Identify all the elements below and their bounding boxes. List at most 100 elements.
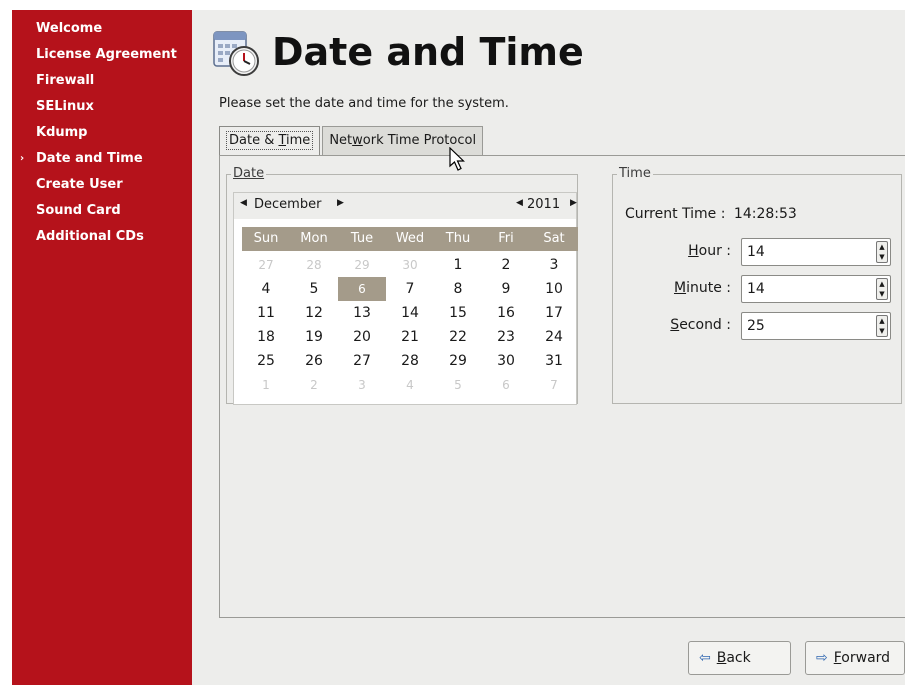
- weekday-header: Tue: [350, 231, 374, 246]
- calendar-day[interactable]: 28: [386, 349, 434, 373]
- second-spin-buttons[interactable]: ▲ ▼: [876, 315, 888, 337]
- calendar-day[interactable]: 7: [386, 277, 434, 301]
- weekday-header: Sat: [543, 231, 565, 246]
- calendar-day[interactable]: 25: [242, 349, 290, 373]
- calendar-day[interactable]: 15: [434, 301, 482, 325]
- spin-up-icon[interactable]: ▲: [877, 242, 887, 252]
- calendar-day[interactable]: 22: [434, 325, 482, 349]
- calendar-day[interactable]: 20: [338, 325, 386, 349]
- calendar-day[interactable]: 19: [290, 325, 338, 349]
- calendar-day-other-month[interactable]: 30: [386, 253, 434, 277]
- calendar-day[interactable]: 23: [482, 325, 530, 349]
- calendar-day-other-month[interactable]: 28: [290, 253, 338, 277]
- page-header: Date and Time: [210, 24, 584, 80]
- prev-month-icon[interactable]: ◀: [240, 198, 247, 208]
- hour-label: Hour :: [688, 243, 731, 259]
- current-time-label: Current Time :: [625, 206, 726, 222]
- calendar-day-other-month[interactable]: 2: [290, 373, 338, 397]
- current-time-value: 14:28:53: [733, 206, 797, 222]
- minute-row: Minute : 14 ▲ ▼: [613, 275, 901, 303]
- tab-mnemonic: T: [278, 133, 287, 148]
- calendar-day[interactable]: 18: [242, 325, 290, 349]
- second-row: Second : 25 ▲ ▼: [613, 312, 901, 340]
- calendar-day[interactable]: 31: [530, 349, 578, 373]
- calendar-day-other-month[interactable]: 1: [242, 373, 290, 397]
- second-spinner[interactable]: 25 ▲ ▼: [741, 312, 891, 340]
- second-label: Second :: [670, 317, 731, 333]
- spin-down-icon[interactable]: ▼: [877, 289, 887, 299]
- hour-spin-buttons[interactable]: ▲ ▼: [876, 241, 888, 263]
- button-label: ack: [726, 650, 751, 666]
- sidebar-item-date-and-time: › Date and Time: [12, 150, 192, 167]
- label-text: econd: [679, 317, 722, 333]
- calendar-day[interactable]: 2: [482, 253, 530, 277]
- sidebar-item-sound-card: Sound Card: [12, 202, 192, 219]
- label-mnemonic: M: [673, 280, 687, 296]
- calendar-day[interactable]: 10: [530, 277, 578, 301]
- sidebar-item-selinux: SELinux: [12, 98, 192, 115]
- calendar-day-other-month[interactable]: 27: [242, 253, 290, 277]
- sidebar-item-create-user: Create User: [12, 176, 192, 193]
- calendar-day[interactable]: 1: [434, 253, 482, 277]
- spin-down-icon[interactable]: ▼: [877, 326, 887, 336]
- calendar-day[interactable]: 6: [338, 277, 386, 301]
- calendar-month: December: [254, 197, 322, 212]
- sidebar-item-additional-cds: Additional CDs: [12, 228, 192, 245]
- calendar-day[interactable]: 30: [482, 349, 530, 373]
- calendar-day[interactable]: 16: [482, 301, 530, 325]
- next-month-icon[interactable]: ▶: [337, 198, 344, 208]
- calendar-day[interactable]: 27: [338, 349, 386, 373]
- frame-label-text: Date: [233, 166, 265, 181]
- calendar-day-other-month[interactable]: 29: [338, 253, 386, 277]
- sidebar-item-label: Create User: [36, 177, 123, 192]
- calendar-day[interactable]: 12: [290, 301, 338, 325]
- calendar-day[interactable]: 14: [386, 301, 434, 325]
- calendar-day[interactable]: 26: [290, 349, 338, 373]
- calendar-day-other-month[interactable]: 4: [386, 373, 434, 397]
- minute-spinner[interactable]: 14 ▲ ▼: [741, 275, 891, 303]
- current-time: Current Time : 14:28:53: [625, 206, 797, 222]
- sidebar-item-label: License Agreement: [36, 47, 177, 62]
- calendar-day[interactable]: 21: [386, 325, 434, 349]
- arrow-left-icon: ⇦: [699, 650, 711, 666]
- next-year-icon[interactable]: ▶: [570, 198, 577, 208]
- sidebar-item-label: Firewall: [36, 73, 95, 88]
- second-value: 25: [747, 318, 765, 334]
- sidebar-item-license-agreement: License Agreement: [12, 46, 192, 63]
- sidebar-item-label: Additional CDs: [36, 229, 144, 244]
- calendar-day[interactable]: 9: [482, 277, 530, 301]
- sidebar-item-kdump: Kdump: [12, 124, 192, 141]
- mouse-cursor-icon: [449, 147, 465, 171]
- prev-year-icon[interactable]: ◀: [516, 198, 523, 208]
- calendar-day-other-month[interactable]: 7: [530, 373, 578, 397]
- calendar-day[interactable]: 13: [338, 301, 386, 325]
- sidebar-item-label: Kdump: [36, 125, 88, 140]
- spin-up-icon[interactable]: ▲: [877, 316, 887, 326]
- calendar-day[interactable]: 24: [530, 325, 578, 349]
- calendar-day-other-month[interactable]: 6: [482, 373, 530, 397]
- tab-date-and-time[interactable]: Date & Time: [219, 126, 321, 157]
- calendar-day[interactable]: 5: [290, 277, 338, 301]
- calendar-day[interactable]: 11: [242, 301, 290, 325]
- calendar-day-other-month[interactable]: 5: [434, 373, 482, 397]
- forward-button[interactable]: ⇨ Forward: [805, 641, 905, 675]
- weekday-header: Sun: [253, 231, 279, 246]
- minute-label: Minute :: [674, 280, 731, 296]
- calendar-day[interactable]: 4: [242, 277, 290, 301]
- calendar-day[interactable]: 3: [530, 253, 578, 277]
- sidebar-item-label: Sound Card: [36, 203, 121, 218]
- calendar-day[interactable]: 29: [434, 349, 482, 373]
- sidebar-item-label: Welcome: [36, 21, 103, 36]
- calendar-day[interactable]: 17: [530, 301, 578, 325]
- back-button[interactable]: ⇦ Back: [688, 641, 791, 675]
- spin-down-icon[interactable]: ▼: [877, 252, 887, 262]
- hour-spinner[interactable]: 14 ▲ ▼: [741, 238, 891, 266]
- sidebar: Welcome License Agreement Firewall SELin…: [12, 10, 192, 685]
- label-text: our: [698, 243, 722, 259]
- calendar-header: ◀ December ▶ ◀ 2011 ▶: [234, 193, 577, 219]
- calendar-day[interactable]: 8: [434, 277, 482, 301]
- calendar-day-other-month[interactable]: 3: [338, 373, 386, 397]
- minute-spin-buttons[interactable]: ▲ ▼: [876, 278, 888, 300]
- spin-up-icon[interactable]: ▲: [877, 279, 887, 289]
- main-panel: Date and Time Please set the date and ti…: [192, 10, 905, 685]
